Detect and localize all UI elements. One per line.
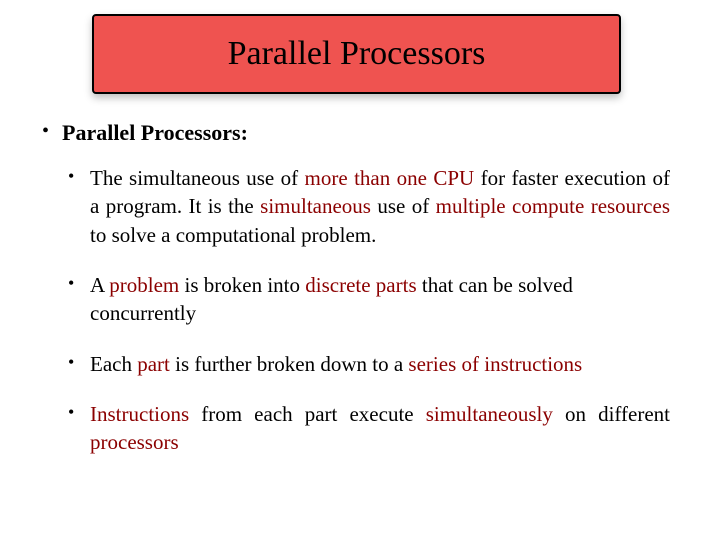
text: on different xyxy=(553,402,670,426)
bullet-2: A problem is broken into discrete parts … xyxy=(62,271,670,328)
key-phrase: part xyxy=(137,352,170,376)
key-phrase: multiple compute resources xyxy=(436,194,670,218)
key-phrase: processors xyxy=(90,430,179,454)
bullet-4: Instructions from each part execute simu… xyxy=(62,400,670,457)
key-phrase: discrete parts xyxy=(305,273,416,297)
key-phrase: simultaneous xyxy=(260,194,371,218)
heading-text: Parallel Processors: xyxy=(62,120,248,145)
bullet-1: The simultaneous use of more than one CP… xyxy=(62,164,670,249)
outer-list: Parallel Processors: The simultaneous us… xyxy=(38,120,670,457)
heading-item: Parallel Processors: The simultaneous us… xyxy=(38,120,670,457)
slide-title: Parallel Processors xyxy=(228,35,486,73)
text: is further broken down to a xyxy=(170,352,409,376)
text: Each xyxy=(90,352,137,376)
key-phrase: simultaneously xyxy=(426,402,553,426)
bullet-3: Each part is further broken down to a se… xyxy=(62,350,670,378)
text: is broken into xyxy=(179,273,305,297)
text: A xyxy=(90,273,109,297)
title-box: Parallel Processors xyxy=(92,14,621,94)
key-phrase: more than one CPU xyxy=(305,166,475,190)
text: use of xyxy=(371,194,436,218)
text: to solve a computational problem. xyxy=(90,223,376,247)
content-area: Parallel Processors: The simultaneous us… xyxy=(38,120,670,479)
inner-list: The simultaneous use of more than one CP… xyxy=(62,164,670,457)
key-phrase: series of instructions xyxy=(408,352,582,376)
slide: Parallel Processors Parallel Processors:… xyxy=(0,0,720,540)
key-phrase: Instructions xyxy=(90,402,189,426)
text: from each part execute xyxy=(189,402,426,426)
text: The simultaneous use of xyxy=(90,166,305,190)
key-phrase: problem xyxy=(109,273,179,297)
